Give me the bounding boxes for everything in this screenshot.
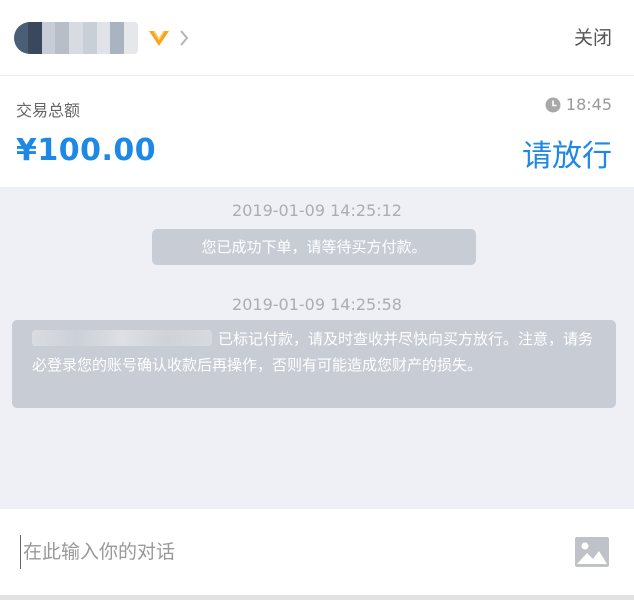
blur-block [69, 22, 83, 54]
image-icon[interactable] [575, 537, 609, 567]
blur-block [124, 22, 138, 54]
input-bar [0, 509, 634, 600]
chevron-right-icon[interactable] [178, 28, 190, 48]
blur-block [14, 22, 28, 54]
blurred-username[interactable] [14, 22, 138, 54]
system-message: 您已成功下单，请等待买方付款。 [152, 229, 476, 265]
countdown-time-text: 18:45 [565, 95, 612, 114]
clock-icon [545, 97, 561, 112]
blur-block [96, 22, 111, 54]
release-button[interactable]: 请放行 [522, 131, 612, 175]
blurred-buyer-name [32, 330, 212, 346]
chat-header: 关闭 [0, 0, 634, 76]
blur-block [110, 22, 125, 54]
countdown-time: 18:45 [545, 95, 612, 114]
chat-input[interactable] [20, 535, 540, 569]
trade-total-label: 交易总额 [16, 101, 81, 120]
vip-badge-icon [149, 30, 169, 46]
message-timestamp: 2019-01-09 14:25:58 [232, 295, 402, 314]
system-message: 已标记付款，请及时查收并尽快向买方放行。注意，请务必登录您的账号确认收款后再操作… [12, 320, 616, 408]
blur-block [82, 22, 97, 54]
blur-block [41, 22, 56, 54]
trade-summary: 交易总额 18:45 ¥100.00 请放行 [0, 77, 634, 187]
blur-block [27, 22, 42, 54]
trade-amount: ¥100.00 [16, 133, 157, 168]
blur-block [55, 22, 70, 54]
bottom-divider [0, 595, 634, 600]
close-button[interactable]: 关闭 [574, 26, 612, 50]
message-timestamp: 2019-01-09 14:25:12 [232, 201, 402, 220]
chat-area[interactable]: 2019-01-09 14:25:12 您已成功下单，请等待买方付款。 2019… [0, 187, 634, 509]
